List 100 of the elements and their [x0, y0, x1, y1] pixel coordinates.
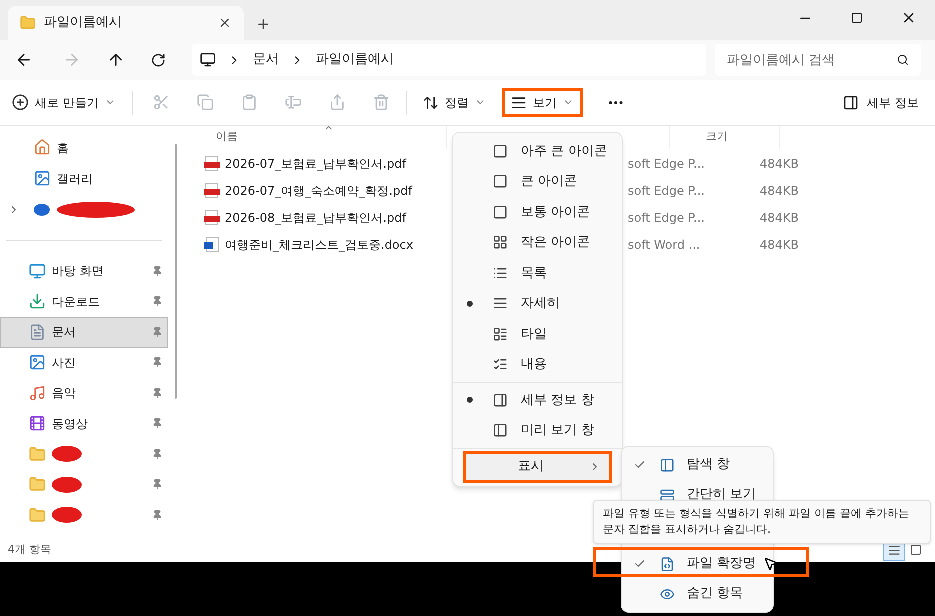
back-icon[interactable]: [15, 51, 33, 69]
up-icon[interactable]: [107, 51, 125, 69]
sort-button[interactable]: 정렬: [422, 86, 486, 118]
pdf-file-icon: [204, 210, 220, 226]
cloud-icon: [34, 204, 51, 216]
column-header[interactable]: 이름: [216, 129, 238, 146]
plus-icon: [12, 94, 29, 111]
menu-item[interactable]: 탐색 창: [622, 450, 773, 480]
list-icon: [493, 266, 508, 281]
list-icon: [493, 357, 508, 372]
sidebar-item[interactable]: 음악: [0, 378, 168, 408]
folder-icon: [29, 506, 46, 524]
menu-item[interactable]: 큰 아이콘: [453, 166, 622, 197]
sidebar-label: 사진: [52, 354, 76, 372]
new-button[interactable]: 새로 만들기: [8, 86, 120, 118]
sidebar-label: 갤러리: [57, 170, 93, 188]
folder-icon: [29, 446, 46, 463]
sort-icon: [422, 94, 439, 110]
column-header[interactable]: 크기: [706, 129, 728, 146]
pin-icon: [152, 388, 163, 399]
sidebar-label: 바탕 화면: [52, 263, 104, 280]
sidebar-label: 홈: [57, 140, 69, 156]
menu-item[interactable]: 아주 큰 아이콘: [453, 136, 622, 166]
menu-item[interactable]: 내용: [453, 350, 622, 380]
picture-icon: [29, 354, 46, 372]
sidebar-item[interactable]: 동영상: [0, 408, 168, 439]
file-size: 484KB: [760, 182, 800, 200]
file-name: 여행준비_체크리스트_검토중.docx: [225, 236, 414, 254]
panel-icon: [493, 392, 508, 408]
menu-item[interactable]: 미리 보기 창: [453, 416, 622, 446]
menu-item[interactable]: 숨긴 항목: [622, 579, 773, 609]
panel-icon: [493, 423, 508, 438]
file-size: 484KB: [760, 210, 800, 226]
menu-item[interactable]: 표시: [463, 451, 612, 483]
details-view-icon: [888, 544, 900, 556]
menu-item[interactable]: 보통 아이콘: [453, 197, 622, 228]
pdf-file-icon: [204, 156, 220, 172]
check-icon: [634, 459, 646, 471]
sidebar-label: 문서: [52, 324, 76, 342]
file-type: soft Word ...: [628, 236, 702, 254]
redaction-mark: [52, 476, 82, 494]
sidebar-item[interactable]: 다운로드: [0, 286, 168, 317]
check-icon: [634, 558, 646, 570]
square-icon: [493, 204, 508, 220]
breadcrumb[interactable]: 문서: [253, 50, 279, 70]
details-button[interactable]: 세부 정보: [843, 86, 927, 118]
file-name: 2026-07_여행_숙소예약_확정.pdf: [225, 182, 412, 200]
sidebar-item[interactable]: 갤러리: [0, 163, 168, 194]
menu-item[interactable]: 목록: [453, 258, 622, 288]
pin-icon: [152, 326, 163, 338]
pin-icon: [152, 418, 163, 430]
new-tab-icon[interactable]: [256, 17, 271, 32]
sidebar-item[interactable]: 홈: [0, 132, 168, 163]
download-icon: [29, 293, 46, 310]
file-type: soft Edge P...: [628, 156, 706, 172]
folder-icon: [29, 476, 46, 494]
sidebar-item[interactable]: 바탕 화면: [0, 256, 168, 286]
sidebar-label: 다운로드: [52, 294, 100, 311]
pin-icon: [152, 266, 163, 277]
file-icon: [660, 556, 675, 572]
file-size: 484KB: [760, 236, 800, 254]
pdf-file-icon: [204, 182, 220, 198]
redaction-mark: [52, 445, 82, 464]
close-tab-icon[interactable]: [218, 16, 232, 30]
list-icon: [493, 326, 508, 342]
refresh-icon[interactable]: [151, 52, 166, 68]
tab-title: 파일이름예시: [44, 14, 123, 32]
search-field[interactable]: 파일이름예시 검색: [715, 44, 921, 76]
computer-icon: [200, 52, 216, 68]
menu-item[interactable]: 타일: [453, 319, 622, 350]
folder-icon: [20, 15, 36, 31]
file-name: 2026-08_보험료_납부확인서.pdf: [225, 210, 406, 226]
breadcrumb[interactable]: 파일이름예시: [316, 50, 394, 70]
menu-item[interactable]: 자세히: [453, 288, 622, 319]
panel-icon: [660, 458, 675, 472]
sidebar-label: 동영상: [52, 416, 88, 433]
sidebar-item[interactable]: 사진: [0, 348, 168, 378]
file-size: 484KB: [760, 156, 800, 172]
file-name: 2026-07_보험료_납부확인서.pdf: [225, 156, 406, 172]
grid-icon: [493, 235, 508, 250]
pin-icon: [152, 479, 163, 490]
menu-item[interactable]: 작은 아이콘: [453, 228, 622, 258]
maximize-icon[interactable]: [851, 12, 863, 24]
redaction-mark: [52, 506, 82, 524]
pin-icon: [152, 510, 163, 521]
tiles-view-icon: [910, 544, 922, 556]
item-count: 4개 항목: [8, 542, 52, 558]
sidebar-item[interactable]: 문서: [0, 317, 168, 348]
desktop-icon: [29, 262, 46, 280]
scrollbar[interactable]: [175, 144, 177, 399]
pin-icon: [152, 448, 163, 460]
music-icon: [29, 384, 46, 402]
menu-item[interactable]: 세부 정보 창: [453, 385, 622, 416]
window-tab[interactable]: 파일이름예시: [8, 6, 244, 40]
file-type: soft Edge P...: [628, 210, 706, 226]
pin-icon: [152, 357, 163, 368]
address-bar[interactable]: 문서 파일이름예시: [192, 44, 706, 76]
view-button[interactable]: 보기: [502, 88, 583, 117]
lines-icon: [493, 296, 508, 312]
pin-icon: [152, 296, 163, 308]
